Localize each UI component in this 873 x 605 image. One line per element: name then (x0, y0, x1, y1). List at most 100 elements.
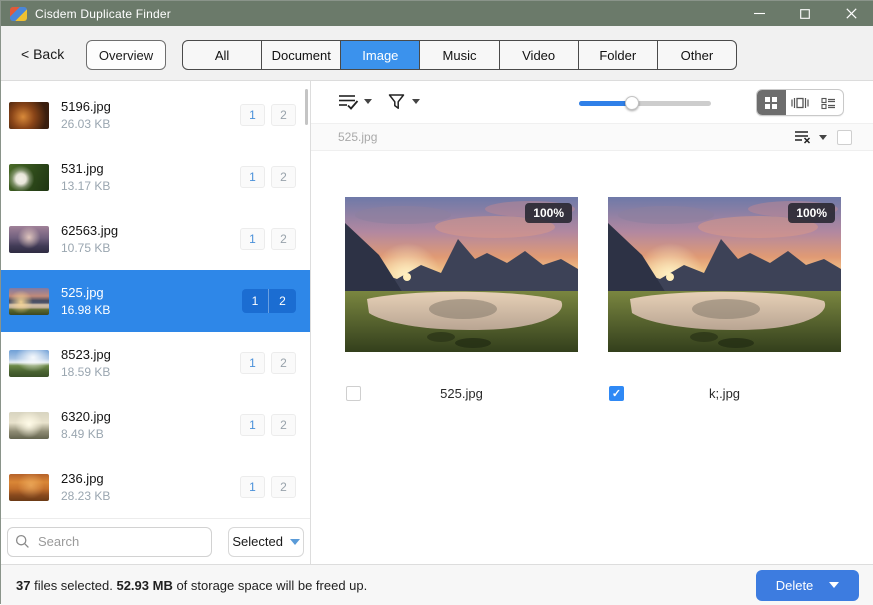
group-count-badge-2[interactable]: 2 (271, 352, 296, 374)
delete-button[interactable]: Delete (756, 570, 859, 601)
file-select-checkbox[interactable] (609, 386, 624, 401)
search-box (7, 527, 212, 557)
tab-all[interactable]: All (183, 41, 261, 69)
group-count-badge-1[interactable]: 1 (240, 414, 265, 436)
file-size: 26.03 KB (61, 117, 111, 131)
group-select-dropdown[interactable] (794, 129, 827, 145)
tab-video[interactable]: Video (499, 41, 578, 69)
caret-down-icon (412, 99, 420, 104)
grid-view-icon (764, 96, 778, 110)
search-row: Selected (1, 518, 310, 564)
card-filename: 525.jpg (345, 385, 578, 403)
file-thumbnail (9, 226, 49, 253)
file-meta: 6320.jpg 8.49 KB (61, 409, 111, 441)
slider-fill (579, 101, 632, 106)
maximize-button[interactable] (782, 1, 828, 26)
back-button[interactable]: < Back (21, 46, 64, 62)
group-count-badge-2[interactable]: 2 (271, 414, 296, 436)
duplicate-card[interactable]: 100% k;.jpg (608, 197, 841, 403)
tab-document[interactable]: Document (261, 41, 340, 69)
file-meta: 531.jpg 13.17 KB (61, 161, 110, 193)
list-item[interactable]: 62563.jpg 10.75 KB 1 2 (1, 208, 310, 270)
status-text: 37 files selected. 52.93 MB of storage s… (16, 578, 367, 593)
navbar: < Back Overview AllDocumentImageMusicVid… (1, 26, 873, 81)
list-item[interactable]: 6320.jpg 8.49 KB 1 2 (1, 394, 310, 456)
list-item[interactable]: 236.jpg 28.23 KB 1 2 (1, 456, 310, 518)
duplicate-group-header: 525.jpg (311, 123, 873, 151)
selection-filter-value: Selected (232, 534, 283, 549)
slider-thumb[interactable] (625, 96, 639, 110)
file-thumbnail (9, 288, 49, 315)
file-size: 10.75 KB (61, 241, 118, 255)
preview-view-icon (791, 96, 809, 110)
group-count-badge-1[interactable]: 1 (240, 476, 265, 498)
chevron-down-icon (290, 539, 300, 545)
group-count-badge-1[interactable]: 1 (240, 166, 265, 188)
group-count-badge-2[interactable]: 2 (269, 289, 296, 313)
freed-size: 52.93 MB (116, 578, 172, 593)
list-item[interactable]: 525.jpg 16.98 KB 1 2 (1, 270, 310, 332)
duplicate-count-badges: 1 2 (240, 414, 296, 436)
group-count-badge-1[interactable]: 1 (242, 289, 269, 313)
minimize-button[interactable] (736, 1, 782, 26)
image-preview[interactable]: 100% (345, 197, 578, 352)
statusbar: 37 files selected. 52.93 MB of storage s… (1, 564, 873, 605)
duplicate-count-badges: 1 2 (240, 352, 296, 374)
duplicate-card[interactable]: 100% 525.jpg (345, 197, 578, 403)
list-item[interactable]: 8523.jpg 18.59 KB 1 2 (1, 332, 310, 394)
file-size: 13.17 KB (61, 179, 110, 193)
tab-image[interactable]: Image (340, 41, 419, 69)
list-item[interactable]: 531.jpg 13.17 KB 1 2 (1, 146, 310, 208)
group-count-badge-2[interactable]: 2 (271, 476, 296, 498)
duplicate-count-badges: 1 2 (242, 289, 296, 313)
thumbnail-zoom-slider[interactable] (579, 96, 711, 110)
file-select-checkbox[interactable] (346, 386, 361, 401)
overview-button[interactable]: Overview (86, 40, 166, 70)
file-list: 5196.jpg 26.03 KB 1 2 531.jpg 13.17 KB 1… (1, 81, 310, 518)
grid-view-button[interactable] (757, 90, 786, 115)
group-count-badge-2[interactable]: 2 (271, 166, 296, 188)
search-input[interactable] (7, 527, 212, 557)
group-count-badge-1[interactable]: 1 (240, 352, 265, 374)
select-list-icon (338, 92, 359, 111)
category-tabs: AllDocumentImageMusicVideoFolderOther (182, 40, 737, 70)
file-name: 8523.jpg (61, 347, 111, 362)
selection-filter-dropdown[interactable]: Selected (228, 527, 304, 557)
group-title: 525.jpg (338, 130, 377, 144)
tab-folder[interactable]: Folder (578, 41, 657, 69)
filter-funnel-icon (387, 92, 407, 111)
file-name: 236.jpg (61, 471, 110, 486)
card-footer: k;.jpg (608, 385, 841, 403)
file-meta: 8523.jpg 18.59 KB (61, 347, 111, 379)
group-count-badge-1[interactable]: 1 (240, 228, 265, 250)
group-select-all-checkbox[interactable] (837, 130, 852, 145)
file-meta: 525.jpg 16.98 KB (61, 285, 110, 317)
window-controls (736, 1, 873, 26)
window-title: Cisdem Duplicate Finder (35, 7, 171, 21)
file-name: 531.jpg (61, 161, 110, 176)
filter-dropdown[interactable] (387, 92, 420, 111)
list-item[interactable]: 5196.jpg 26.03 KB 1 2 (1, 84, 310, 146)
group-count-badge-2[interactable]: 2 (271, 228, 296, 250)
caret-down-icon (364, 99, 372, 104)
close-button[interactable] (828, 1, 873, 26)
file-thumbnail (9, 164, 49, 191)
list-view-button[interactable] (814, 90, 843, 115)
group-count-badge-2[interactable]: 2 (271, 104, 296, 126)
file-thumbnail (9, 350, 49, 377)
similarity-badge: 100% (525, 203, 572, 223)
image-preview[interactable]: 100% (608, 197, 841, 352)
select-list-dropdown[interactable] (338, 92, 372, 111)
file-size: 8.49 KB (61, 427, 111, 441)
group-count-badge-1[interactable]: 1 (240, 104, 265, 126)
tab-other[interactable]: Other (657, 41, 736, 69)
scrollbar-thumb[interactable] (305, 89, 308, 125)
file-meta: 236.jpg 28.23 KB (61, 471, 110, 503)
delete-dropdown-arrow-icon[interactable] (829, 582, 839, 588)
duplicate-count-badges: 1 2 (240, 166, 296, 188)
file-thumbnail (9, 412, 49, 439)
selected-count: 37 (16, 578, 30, 593)
file-size: 28.23 KB (61, 489, 110, 503)
tab-music[interactable]: Music (419, 41, 498, 69)
preview-view-button[interactable] (786, 90, 815, 115)
